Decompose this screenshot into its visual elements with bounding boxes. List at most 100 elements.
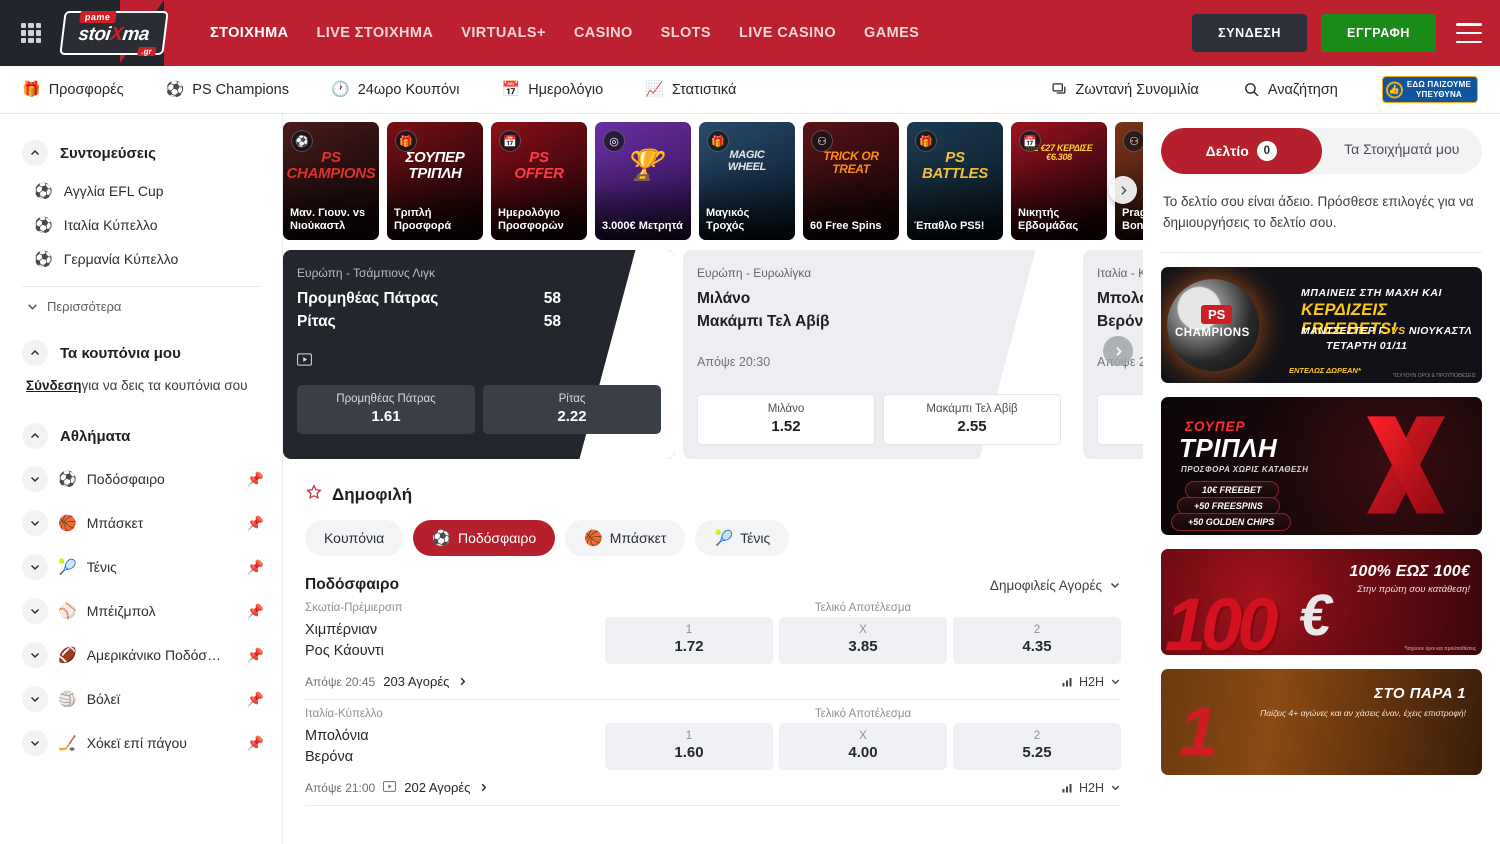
sidebar-sport-volleyball[interactable]: 🏐 Βόλεϊ 📌 <box>0 677 282 721</box>
football-icon: ⚽ <box>58 472 77 487</box>
live-event-card[interactable]: Ευρώπη - Ευρωλίγκα Μιλάνο Μακάμπι Τελ Αβ… <box>683 250 1075 459</box>
sidebar-section-shortcuts[interactable]: Συντομεύσεις <box>0 132 282 174</box>
tab-basketball[interactable]: 🏀 Μπάσκετ <box>565 520 685 556</box>
nav-item-live-stoixima[interactable]: LIVE ΣΤΟΙΧΗΜΑ <box>317 25 434 41</box>
match-teams[interactable]: Χιμπέρνιαν Ρος Κάουντι <box>305 616 605 662</box>
odd-button-2[interactable]: 2 5.25 <box>953 723 1121 770</box>
responsible-gaming-badge[interactable]: 👍 ΕΔΩ ΠΑΙΖΟΥΜΕ ΥΠΕΥΘΥΝΑ <box>1382 76 1478 102</box>
chevron-down-icon[interactable] <box>22 642 48 668</box>
search-button[interactable]: Αναζήτηση <box>1243 81 1338 98</box>
login-button[interactable]: ΣΥΝΔΕΣΗ <box>1192 14 1307 52</box>
basketball-icon: 🏀 <box>58 516 77 531</box>
match-markets-count[interactable]: 202 Αγορές <box>404 780 470 795</box>
match-teams[interactable]: Μπολόνια Βερόνα <box>305 722 605 768</box>
subnav-item-offers[interactable]: 🎁 Προσφορές <box>22 82 124 98</box>
pin-icon[interactable]: 📌 <box>247 735 264 752</box>
banner-welcome-100[interactable]: 100 € 100% ΕΩΣ 100€ Στην πρώτη σου κατάθ… <box>1161 549 1482 655</box>
odd-button[interactable]: Μιλάνο 1.52 <box>697 394 875 445</box>
sidebar-login-link[interactable]: Σύνδεση <box>26 378 82 393</box>
promo-card[interactable]: PS BATTLES 🎁 Έπαθλο PS5! <box>907 122 1003 240</box>
live-next-button[interactable] <box>1103 336 1133 366</box>
promo-card[interactable]: MAGIC WHEEL 🎁 Μαγικός Τροχός <box>699 122 795 240</box>
sidebar-section-my-coupons[interactable]: Τα κουπόνια μου <box>0 332 282 374</box>
chevron-down-icon[interactable] <box>22 466 48 492</box>
odd-button-2[interactable]: 2 4.35 <box>953 617 1121 664</box>
register-button[interactable]: ΕΓΓΡΑΦΗ <box>1321 14 1436 52</box>
chevron-down-icon[interactable] <box>22 730 48 756</box>
hamburger-menu-icon[interactable] <box>1456 23 1482 43</box>
sidebar-shortcut-label: Αγγλία EFL Cup <box>64 183 164 199</box>
nav-item-games[interactable]: GAMES <box>864 25 919 41</box>
promo-next-button[interactable] <box>1109 176 1137 204</box>
promo-card[interactable]: ΜΕ €27 ΚΕΡΔΙΣΕ €6.308 📅 Νικητής Εβδομάδα… <box>1011 122 1107 240</box>
odd-button-x[interactable]: X 4.00 <box>779 723 947 770</box>
subnav-item-24h-coupon[interactable]: 🕐 24ωρο Κουπόνι <box>331 82 460 98</box>
match-markets-count[interactable]: 203 Αγορές <box>383 674 449 689</box>
live-stream-icon[interactable] <box>297 353 661 369</box>
promo-card[interactable]: 🏆 ◎ 3.000€ Μετρητά <box>595 122 691 240</box>
nav-item-casino[interactable]: CASINO <box>574 25 633 41</box>
banner-super-tripli[interactable]: ΣΟΥΠΕΡ ΤΡΙΠΛΗ ΠΡΟΣΦΟΡΑ ΧΩΡΙΣ ΚΑΤΑΘΕΣΗ 10… <box>1161 397 1482 535</box>
nav-item-slots[interactable]: SLOTS <box>661 25 711 41</box>
pin-icon[interactable]: 📌 <box>247 559 264 576</box>
pin-icon[interactable]: 📌 <box>247 515 264 532</box>
sidebar-sport-tennis[interactable]: 🎾 Τένις 📌 <box>0 545 282 589</box>
chevron-right-icon[interactable] <box>478 782 489 793</box>
chevron-down-icon[interactable] <box>22 554 48 580</box>
tab-betslip[interactable]: Δελτίο 0 <box>1161 128 1322 174</box>
tab-my-bets[interactable]: Τα Στοιχήματά μου <box>1322 128 1483 174</box>
sidebar-section-sports[interactable]: Αθλήματα <box>0 415 282 457</box>
live-chat-button[interactable]: Ζωντανή Συνομιλία <box>1051 81 1199 98</box>
tab-coupons[interactable]: Κουπόνια <box>305 520 403 556</box>
h2h-button[interactable]: H2H <box>1061 675 1121 689</box>
markets-dropdown[interactable]: Δημοφιλείς Αγορές <box>990 578 1121 593</box>
subnav-item-ps-champions[interactable]: ⚽ PS Champions <box>166 82 289 98</box>
h2h-button[interactable]: H2H <box>1061 781 1121 795</box>
pin-icon[interactable]: 📌 <box>247 691 264 708</box>
pin-icon[interactable]: 📌 <box>247 471 264 488</box>
banner-ps-champions[interactable]: PS CHAMPIONS ΜΠΑΙΝΕΙΣ ΣΤΗ ΜΑΧΗ ΚΑΙ ΚΕΡΔΙ… <box>1161 267 1482 383</box>
odd-button-1[interactable]: 1 1.60 <box>605 723 773 770</box>
nav-item-live-casino[interactable]: LIVE CASINO <box>739 25 836 41</box>
nav-item-virtuals[interactable]: VIRTUALS+ <box>461 25 546 41</box>
nav-item-stoixima[interactable]: ΣΤΟΙΧΗΜΑ <box>210 25 289 41</box>
tv-icon[interactable] <box>383 781 396 795</box>
chevron-down-icon[interactable] <box>22 686 48 712</box>
live-event-card[interactable]: Ευρώπη - Τσάμπιονς Λιγκ Προμηθέας Πάτρας… <box>283 250 675 459</box>
soccer-ball-graphic <box>1167 279 1259 371</box>
odd-button-x[interactable]: X 3.85 <box>779 617 947 664</box>
chevron-down-icon[interactable] <box>22 598 48 624</box>
sidebar-sport-football[interactable]: ⚽ Ποδόσφαιρο 📌 <box>0 457 282 501</box>
subnav-item-statistics[interactable]: 📈 Στατιστικά <box>645 82 736 98</box>
odd-value: 1.6 <box>1102 418 1143 435</box>
chevron-down-icon[interactable] <box>22 510 48 536</box>
sidebar-sport-american-football[interactable]: 🏈 Αμερικάνικο Ποδόσ… 📌 <box>0 633 282 677</box>
pin-icon[interactable]: 📌 <box>247 647 264 664</box>
odd-button[interactable]: Προμηθέας Πάτρας 1.61 <box>297 385 475 434</box>
sidebar-shortcut-germania-kypello[interactable]: ⚽ Γερμανία Κύπελλο <box>0 242 282 276</box>
odd-button[interactable]: Μακάμπι Τελ Αβίβ 2.55 <box>883 394 1061 445</box>
tab-tennis[interactable]: 🎾 Τένις <box>695 520 789 556</box>
odd-button[interactable]: Ρίτας 2.22 <box>483 385 661 434</box>
sidebar-shortcut-efl-cup[interactable]: ⚽ Αγγλία EFL Cup <box>0 174 282 208</box>
sidebar-sport-basketball[interactable]: 🏀 Μπάσκετ 📌 <box>0 501 282 545</box>
subnav-label-statistics: Στατιστικά <box>672 82 736 98</box>
banner-sto-para-1[interactable]: 1 ΣΤΟ ΠΑΡΑ 1 Παίζεις 4+ αγώνες και αν χά… <box>1161 669 1482 775</box>
promo-card[interactable]: TRICK OR TREAT ⚇ 60 Free Spins <box>803 122 899 240</box>
subnav-item-calendar[interactable]: 📅 Ημερολόγιο <box>502 82 604 98</box>
sidebar-shortcut-italia-kypello[interactable]: ⚽ Ιταλία Κύπελλο <box>0 208 282 242</box>
odd-button-1[interactable]: 1 1.72 <box>605 617 773 664</box>
pin-icon[interactable]: 📌 <box>247 603 264 620</box>
chevron-right-icon[interactable] <box>457 676 468 687</box>
odd-label: 1 <box>1102 403 1143 415</box>
apps-grid-icon[interactable] <box>18 20 44 46</box>
sidebar-more-button[interactable]: Περισσότερα <box>0 297 282 316</box>
odd-button[interactable]: 1 1.6 <box>1097 394 1143 445</box>
sidebar-sport-baseball[interactable]: ⚾ Μπέιζμπολ 📌 <box>0 589 282 633</box>
site-logo[interactable]: pame stoiXma .gr <box>60 9 168 57</box>
promo-card[interactable]: ΣΟΥΠΕΡ ΤΡΙΠΛΗ 🎁 Τριπλή Προσφορά <box>387 122 483 240</box>
tab-football[interactable]: ⚽ Ποδόσφαιρο <box>413 520 555 556</box>
promo-card[interactable]: PS CHAMPIONS ⚽ Μαν. Γιουν. vs Νιούκαστλ <box>283 122 379 240</box>
sidebar-sport-ice-hockey[interactable]: 🏒 Χόκεϊ επί πάγου 📌 <box>0 721 282 765</box>
promo-card[interactable]: PS OFFER 📅 Ημερολόγιο Προσφορών <box>491 122 587 240</box>
